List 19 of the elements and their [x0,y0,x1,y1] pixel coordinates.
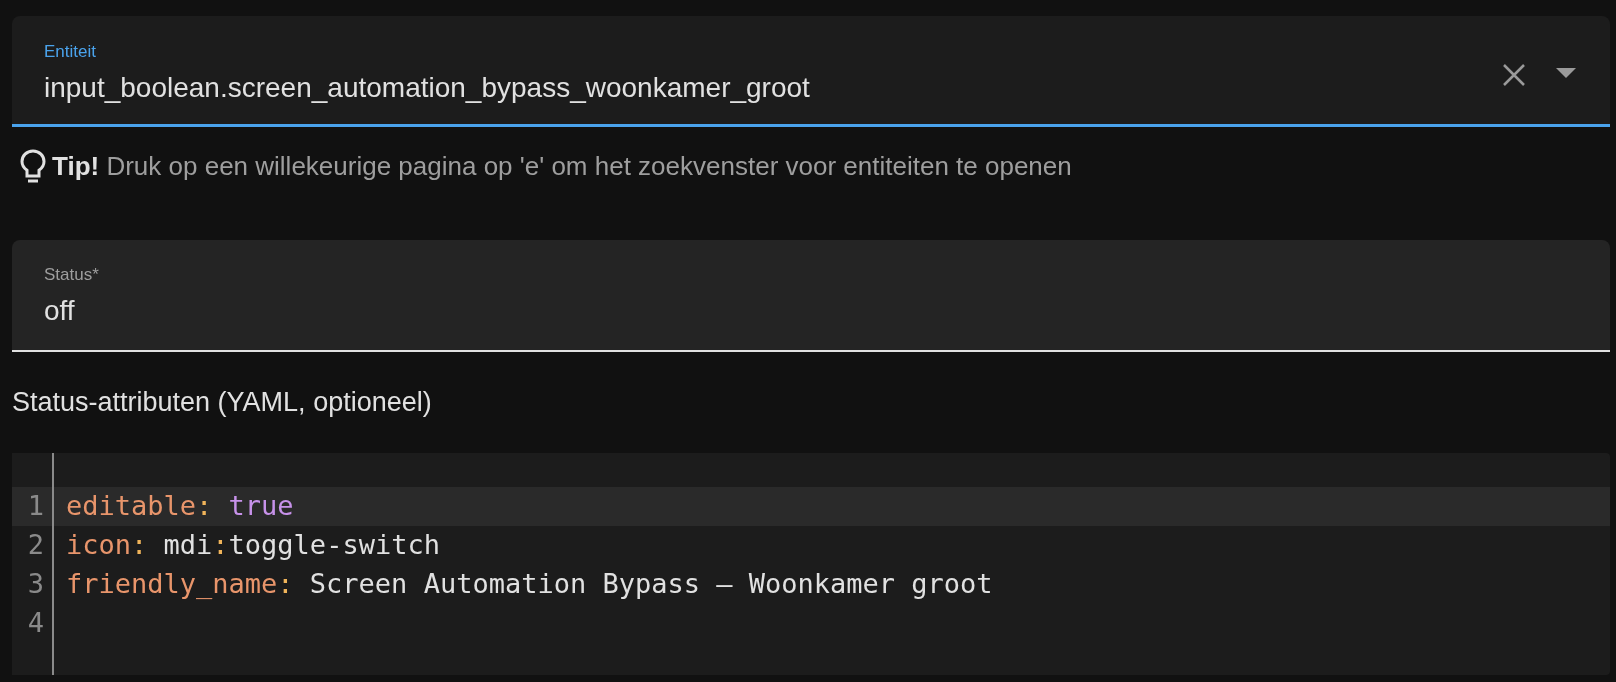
line-number: 1 [27,488,44,523]
caret-icon[interactable] [1556,68,1576,78]
field-label: Entiteit [44,41,97,64]
status-field[interactable]: Status* off [12,240,1610,352]
field-label: Status* [44,264,100,287]
code-line: icon: mdi:toggle-switch [66,527,440,562]
field-value: off [44,293,76,328]
line-number: 4 [27,605,44,640]
line-number: 3 [27,566,44,601]
entity-field[interactable]: Entiteit input_boolean.screen_automation_bypass_woonkamer_groot [12,16,1610,127]
close-icon[interactable] [1502,63,1526,87]
section-label: Status-attributen (YAML, optioneel) [12,386,433,419]
field-value: input_boolean.screen_automation_bypass_woonkamer_groot [44,70,811,105]
tip-text: Tip! Druk op een willekeurige pagina op 'e' om het zoekvenster voor entiteiten te openen [52,150,1072,183]
lightbulb-icon [20,148,46,185]
line-number: 2 [27,527,44,562]
code-editor[interactable]: 1 2 3 4 editable: true icon: mdi:toggle-switch friendly_name: Screen Automation Bypass – Woonkamer groot [12,452,1610,675]
code-line: editable: true [66,488,294,523]
code-line: friendly_name: Screen Automation Bypass – Woonkamer groot [66,566,993,601]
